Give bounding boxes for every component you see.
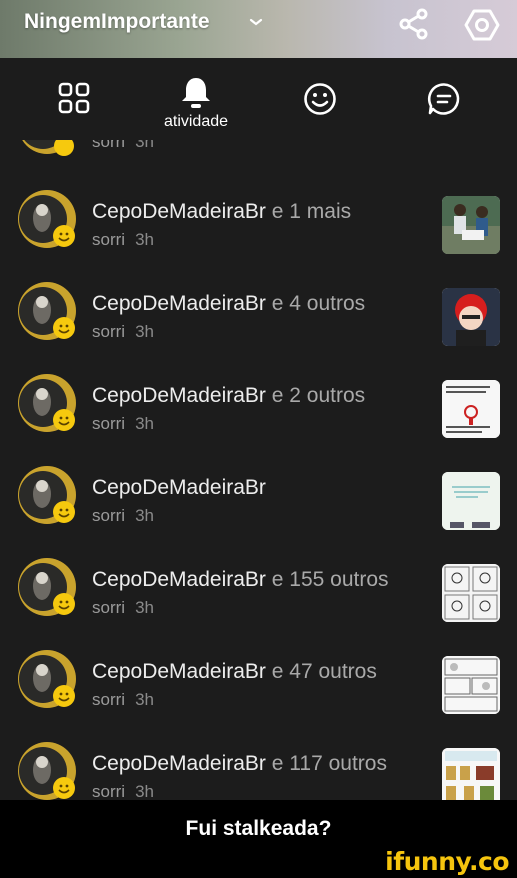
activity-title: CepoDeMadeiraBr	[92, 476, 266, 499]
activity-action: sorri 3h	[92, 414, 154, 433]
ifunny-watermark: ifunny.co	[385, 847, 509, 876]
avatar	[18, 742, 76, 800]
hexagon-settings-icon[interactable]	[463, 6, 501, 44]
post-thumbnail[interactable]	[442, 656, 500, 714]
share-icon[interactable]	[396, 6, 432, 42]
activity-title: CepoDeMadeiraBr e 2 outros	[92, 384, 366, 407]
avatar	[18, 374, 76, 432]
activity-title: CepoDeMadeiraBr e 47 outros	[92, 660, 377, 683]
tab-label-atividade[interactable]: atividade	[160, 113, 232, 131]
activity-list: sorri 3h CepoDeMadeiraBr e 1 mais sorri 3h	[0, 140, 517, 800]
post-thumbnail[interactable]	[442, 196, 500, 254]
username-title[interactable]: NingemImportante	[24, 10, 210, 34]
list-item[interactable]: CepoDeMadeiraBr e 2 outros sorri 3h	[0, 370, 517, 462]
activity-title: CepoDeMadeiraBr e 155 outros	[92, 568, 389, 591]
post-thumbnail[interactable]	[442, 564, 500, 622]
post-thumbnail[interactable]	[442, 288, 500, 346]
activity-title: CepoDeMadeiraBr e 117 outros	[92, 752, 387, 775]
list-item[interactable]: CepoDeMadeiraBr sorri 3h	[0, 462, 517, 554]
list-item[interactable]: CepoDeMadeiraBr e 1 mais sorri 3h	[0, 186, 517, 278]
avatar	[18, 558, 76, 616]
activity-action: sorri 3h	[92, 506, 154, 525]
grid-icon[interactable]	[58, 82, 90, 114]
tab-bar	[0, 58, 517, 140]
list-item[interactable]: CepoDeMadeiraBr e 155 outros sorri 3h	[0, 554, 517, 646]
activity-action: sorri 3h	[92, 140, 154, 151]
activity-action: sorri 3h	[92, 322, 154, 341]
activity-action: sorri 3h	[92, 230, 154, 249]
avatar	[18, 650, 76, 708]
chevron-down-icon[interactable]	[249, 17, 263, 27]
list-item[interactable]: CepoDeMadeiraBr e 117 outros sorri 3h	[0, 738, 517, 800]
profile-header: NingemImportante	[0, 0, 517, 58]
list-item[interactable]: CepoDeMadeiraBr e 47 outros sorri 3h	[0, 646, 517, 738]
list-item[interactable]: sorri 3h	[0, 140, 517, 184]
post-thumbnail[interactable]	[442, 472, 500, 530]
bell-icon[interactable]	[180, 76, 212, 110]
smiley-icon[interactable]	[303, 82, 337, 116]
activity-action: sorri 3h	[92, 782, 154, 800]
list-item[interactable]: CepoDeMadeiraBr e 4 outros sorri 3h	[0, 278, 517, 370]
avatar	[18, 466, 76, 524]
activity-title: CepoDeMadeiraBr e 4 outros	[92, 292, 366, 315]
chat-icon[interactable]	[427, 82, 461, 116]
post-thumbnail[interactable]	[442, 748, 500, 800]
activity-action: sorri 3h	[92, 690, 154, 709]
avatar	[18, 190, 76, 248]
activity-action: sorri 3h	[92, 598, 154, 617]
avatar	[22, 140, 74, 156]
avatar	[18, 282, 76, 340]
activity-title: CepoDeMadeiraBr e 1 mais	[92, 200, 352, 223]
post-thumbnail[interactable]	[442, 380, 500, 438]
